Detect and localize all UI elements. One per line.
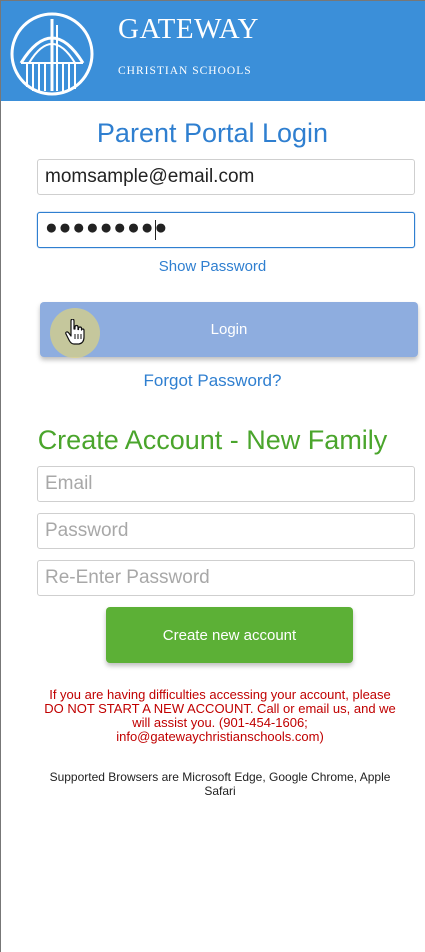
login-email-input[interactable] [37, 159, 415, 195]
reenter-password-input[interactable] [37, 560, 415, 596]
show-password-link[interactable]: Show Password [0, 258, 425, 275]
create-account-button[interactable]: Create new account [106, 607, 353, 663]
brand-title: GATEWAY [118, 13, 259, 45]
new-email-input[interactable] [37, 466, 415, 502]
brand-subtitle: CHRISTIAN SCHOOLS [118, 65, 252, 77]
site-header: GATEWAY CHRISTIAN SCHOOLS [1, 1, 425, 101]
new-password-input[interactable] [37, 513, 415, 549]
create-account-title: Create Account - New Family [37, 425, 388, 455]
login-password-input[interactable] [37, 212, 415, 248]
gateway-logo-icon [10, 12, 94, 96]
hand-pointer-icon [65, 319, 85, 345]
text-caret [155, 220, 156, 240]
forgot-password-link[interactable]: Forgot Password? [0, 371, 425, 391]
portal-login-title: Parent Portal Login [96, 118, 329, 148]
supported-browsers-text: Supported Browsers are Microsoft Edge, G… [49, 770, 391, 798]
account-warning-text: If you are having difficulties accessing… [44, 687, 396, 744]
